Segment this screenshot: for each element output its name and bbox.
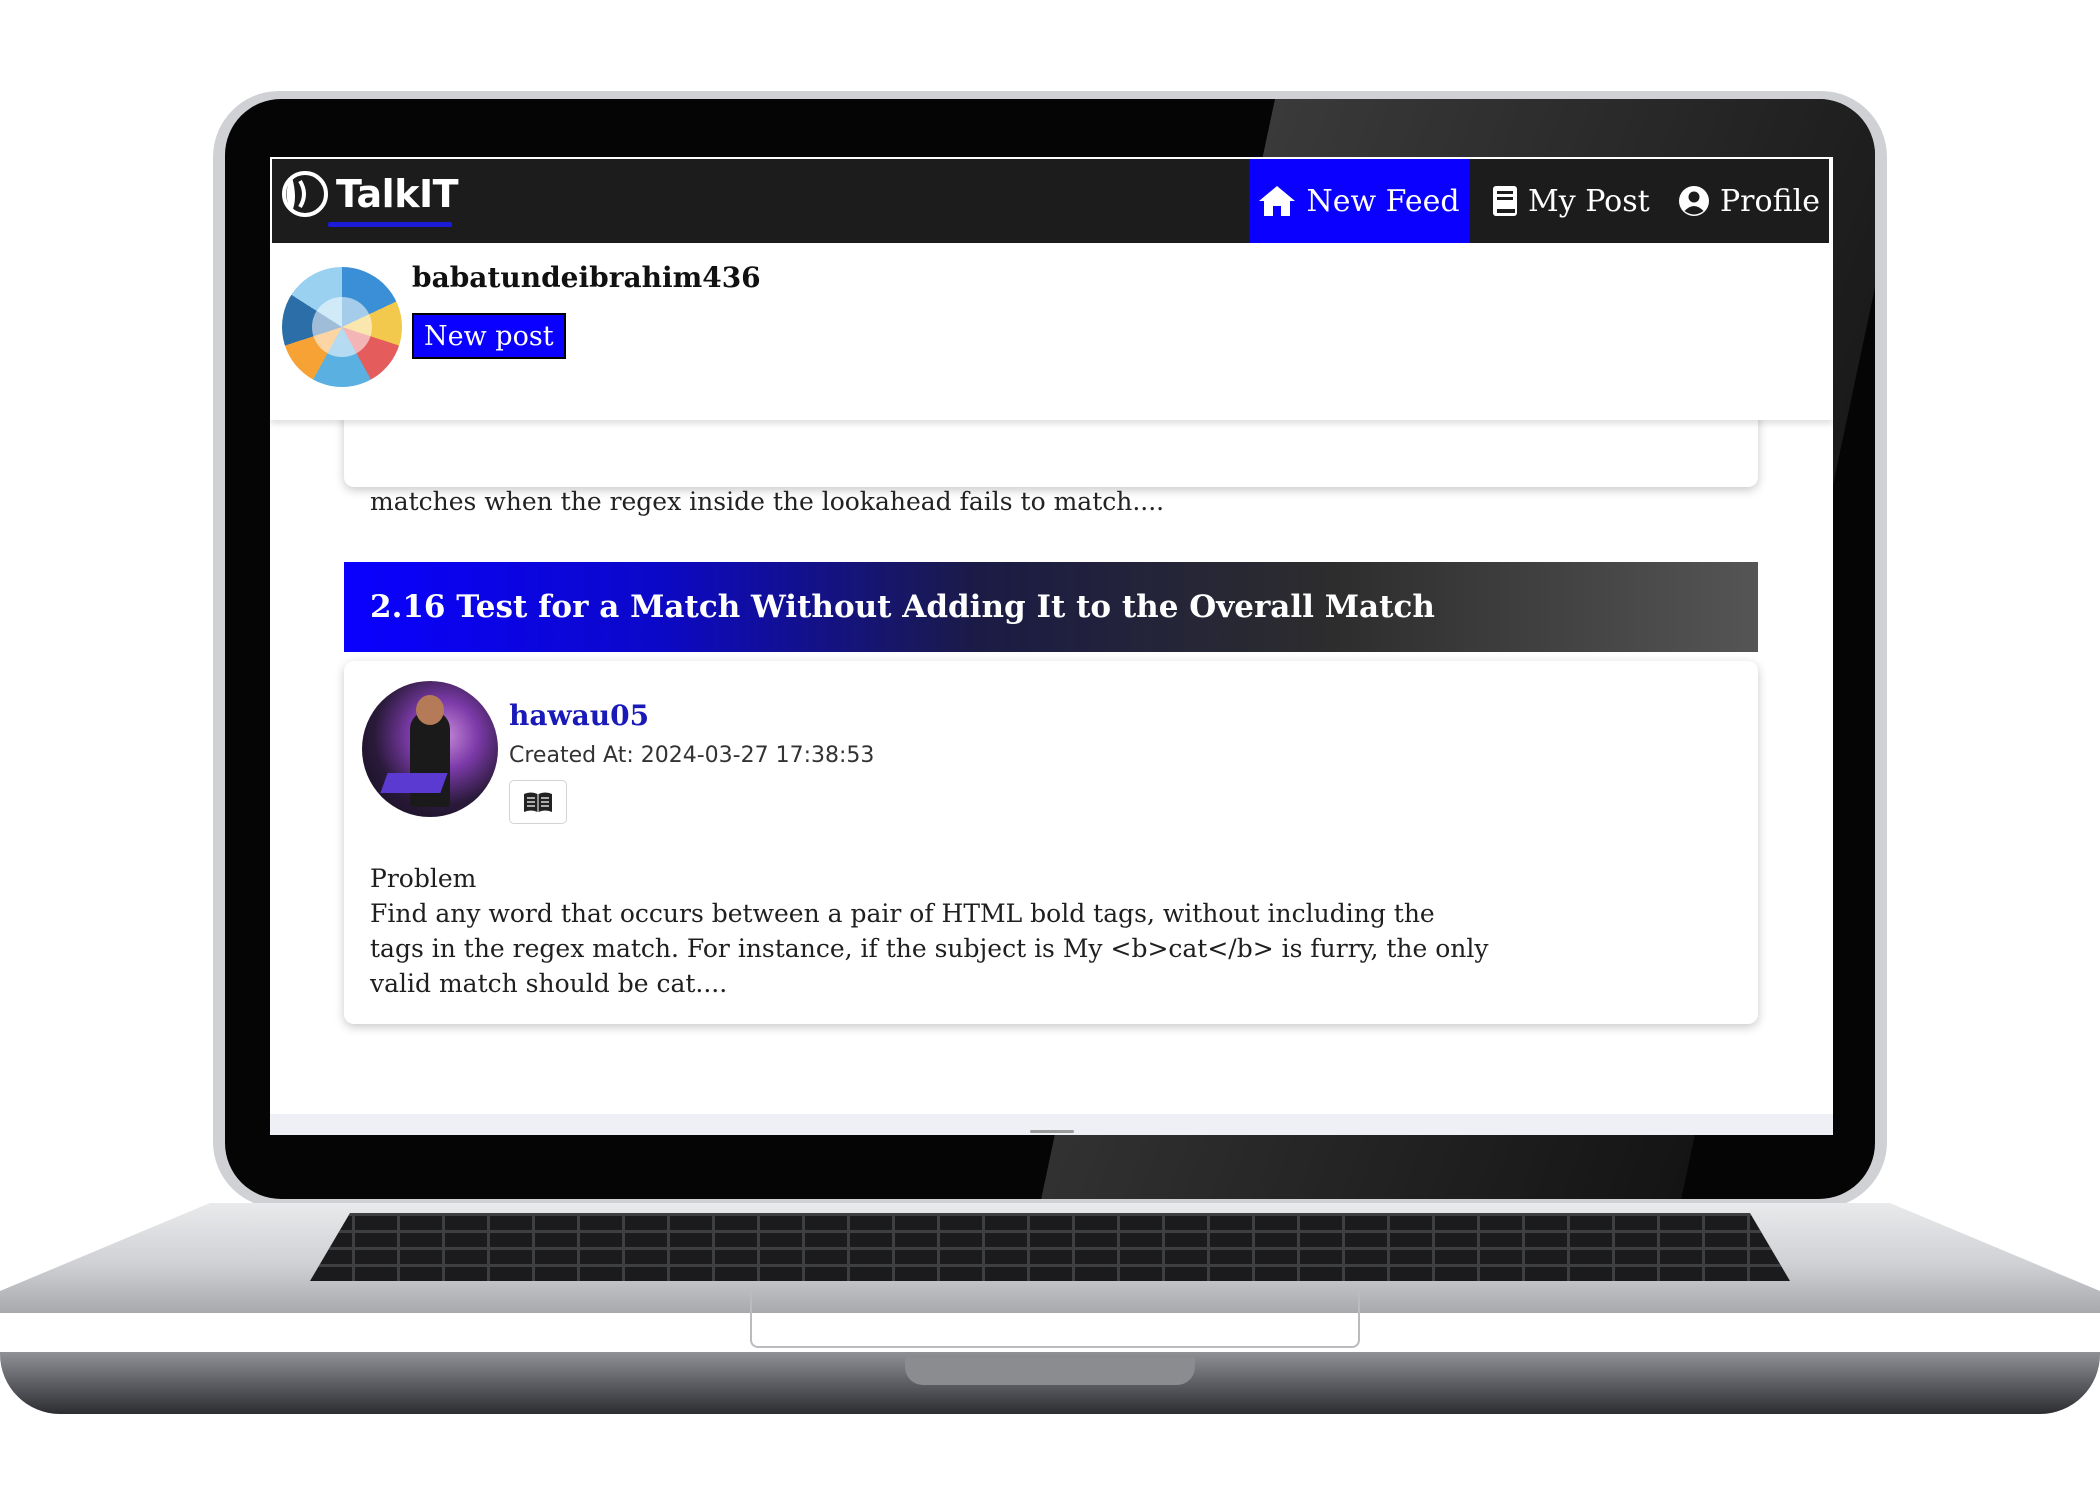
post-body-line: tags in the regex match. For instance, i…: [370, 934, 1489, 963]
post-excerpt: Problem Find any word that occurs betwee…: [370, 861, 1489, 1001]
brand-underline: [328, 222, 452, 227]
current-user-avatar[interactable]: [282, 267, 402, 387]
nav-new-feed-label: New Feed: [1306, 183, 1460, 219]
post-title[interactable]: 2.16 Test for a Match Without Adding It …: [370, 589, 1435, 625]
post-body-line: Problem: [370, 864, 477, 893]
post-card[interactable]: hawau05 Created At: 2024-03-27 17:38:53 …: [344, 661, 1758, 1024]
previous-post-excerpt: matches when the regex inside the lookah…: [370, 487, 1165, 516]
post-created-at: Created At: 2024-03-27 17:38:53: [509, 743, 875, 768]
current-user-name[interactable]: babatundeibrahim436: [412, 261, 761, 294]
author-avatar[interactable]: [362, 681, 498, 817]
nav-new-feed[interactable]: New Feed: [1249, 159, 1469, 243]
post-author-link[interactable]: hawau05: [509, 699, 649, 732]
app-screen: matches when the regex inside the lookah…: [270, 157, 1833, 1135]
top-navbar: TalkIT New Feed My Post Profile: [272, 159, 1829, 243]
current-user-panel: babatundeibrahim436 New post: [270, 243, 1833, 420]
new-post-button[interactable]: New post: [412, 313, 566, 359]
nav-profile[interactable]: Profile: [1678, 159, 1820, 243]
laptop-trackpad: [750, 1291, 1360, 1348]
book-icon: [1493, 186, 1517, 216]
open-book-icon: [524, 792, 552, 812]
laptop-keyboard: [310, 1213, 1790, 1281]
nav-my-post-label: My Post: [1528, 183, 1650, 219]
nav-my-post[interactable]: My Post: [1492, 159, 1650, 243]
scroll-handle[interactable]: [1030, 1130, 1074, 1133]
home-icon: [1259, 186, 1296, 216]
user-circle-icon: [1679, 186, 1709, 216]
brand-logo[interactable]: TalkIT: [278, 169, 459, 219]
laptop-notch: [905, 1357, 1195, 1385]
read-post-button[interactable]: [509, 780, 567, 824]
post-body-line: valid match should be cat....: [370, 969, 728, 998]
post-body-line: Find any word that occurs between a pair…: [370, 899, 1435, 928]
talkit-logo-icon: [282, 171, 328, 217]
nav-profile-label: Profile: [1720, 183, 1820, 219]
brand-name: TalkIT: [336, 172, 459, 216]
post-title-bar[interactable]: 2.16 Test for a Match Without Adding It …: [344, 562, 1758, 652]
